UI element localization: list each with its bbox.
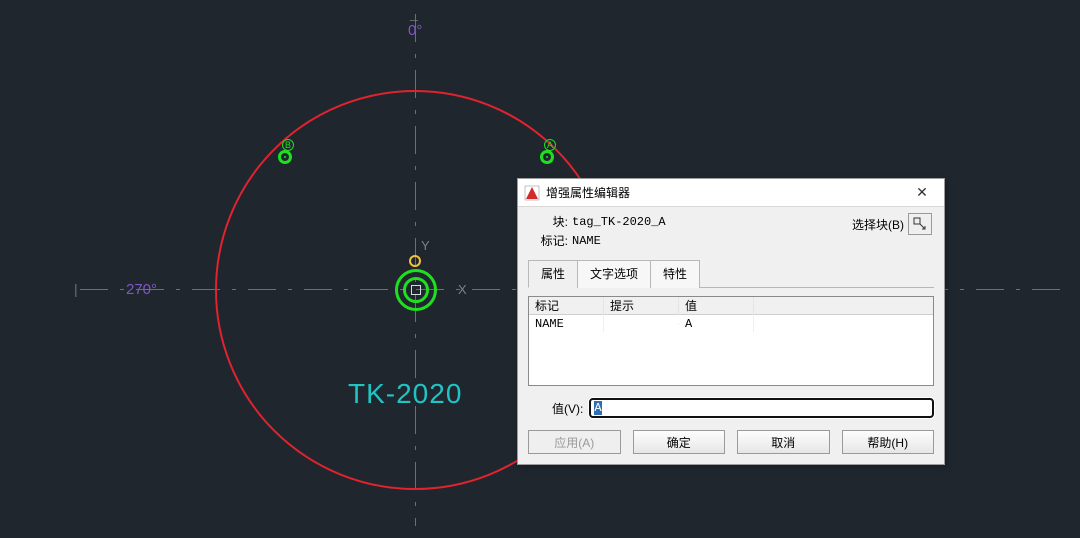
cell-prompt — [604, 323, 679, 325]
tag-label: 标记: — [528, 232, 572, 249]
block-value: tag_TK-2020_A — [572, 215, 666, 229]
pick-icon — [913, 217, 927, 231]
tab-text-options[interactable]: 文字选项 — [577, 260, 651, 288]
block-label: 块: — [528, 213, 572, 230]
value-label: 值(V): — [528, 400, 583, 417]
nozzle-b[interactable]: B — [278, 150, 292, 164]
center-marker[interactable] — [395, 269, 437, 311]
axis-y-label: Y — [421, 238, 430, 253]
line-cap: | — [74, 282, 78, 296]
angle-label-top: 0° — [408, 22, 422, 39]
dialog-tabs: 属性 文字选项 特性 — [528, 259, 934, 288]
cell-value: A — [679, 316, 754, 332]
cell-tag: NAME — [529, 316, 604, 332]
select-block-label: 选择块(B) — [852, 216, 904, 233]
autocad-app-icon — [524, 185, 540, 201]
apply-button[interactable]: 应用(A) — [528, 430, 621, 454]
nozzle-a-label: A — [544, 139, 556, 151]
attributes-grid[interactable]: 标记 提示 值 NAME A — [528, 296, 934, 386]
grid-row[interactable]: NAME A — [529, 315, 933, 333]
line-cap: _ — [410, 6, 418, 20]
cancel-button[interactable]: 取消 — [737, 430, 830, 454]
dialog-titlebar[interactable]: 增强属性编辑器 ✕ — [518, 179, 944, 207]
tag-value: NAME — [572, 234, 601, 248]
value-input[interactable] — [589, 398, 934, 418]
col-prompt[interactable]: 提示 — [604, 296, 679, 315]
axis-x-label: X — [458, 282, 467, 297]
col-tag[interactable]: 标记 — [529, 296, 604, 315]
col-value[interactable]: 值 — [679, 296, 754, 315]
help-button[interactable]: 帮助(H) — [842, 430, 935, 454]
nozzle-a[interactable]: A — [540, 150, 554, 164]
equipment-tag-label: TK-2020 — [348, 378, 462, 410]
dialog-title: 增强属性编辑器 — [546, 184, 902, 201]
ok-button[interactable]: 确定 — [633, 430, 726, 454]
enhanced-attribute-editor-dialog: 增强属性编辑器 ✕ 块: tag_TK-2020_A 标记: NAME 选择块(… — [517, 178, 945, 465]
tab-attributes[interactable]: 属性 — [528, 260, 578, 288]
grid-header-row: 标记 提示 值 — [529, 297, 933, 315]
angle-label-left: 270° — [126, 281, 157, 298]
nozzle-b-label: B — [282, 139, 294, 151]
close-button[interactable]: ✕ — [902, 180, 942, 206]
tab-properties[interactable]: 特性 — [650, 260, 700, 288]
select-block-button[interactable] — [908, 213, 932, 235]
